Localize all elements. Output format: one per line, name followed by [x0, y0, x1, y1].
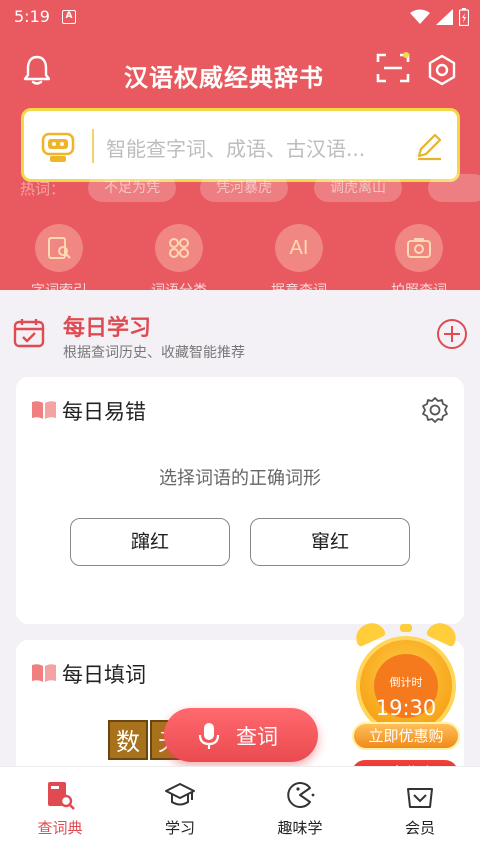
countdown-label: 倒计时	[389, 676, 423, 689]
daily-mistake-card: 每日易错 选择词语的正确词形 蹿红 窜红	[16, 377, 464, 624]
hot-word-chip[interactable]: 凭河暴虎	[200, 174, 288, 202]
answer-option-button[interactable]: 窜红	[250, 518, 410, 566]
scan-icon[interactable]	[376, 52, 410, 84]
bottom-tab-bar: 查词典 学习 趣味学 会员	[0, 766, 480, 853]
handwriting-pen-icon[interactable]	[414, 131, 444, 161]
feature-label: 字词索引	[14, 280, 104, 290]
fill-tile[interactable]: 数	[108, 720, 148, 760]
alarm-clock-icon: 倒计时 19:30	[356, 636, 456, 736]
card-title: 每日填词	[62, 663, 146, 687]
tab-label: 学习	[164, 819, 195, 837]
signal-icon	[436, 9, 453, 25]
feature-label: 词语分类	[134, 280, 224, 290]
tab-label: 趣味学	[277, 819, 323, 837]
hot-words-row: 热词： 不足为凭 凭河暴虎 调虎离山	[0, 174, 480, 204]
tab-dictionary[interactable]: 查词典	[0, 767, 120, 853]
battery-icon	[459, 8, 469, 26]
tab-label: 查词典	[37, 819, 83, 837]
category-icon	[169, 238, 189, 258]
tab-fun-learning[interactable]: 趣味学	[240, 767, 360, 853]
voice-search-label: 查词	[236, 725, 278, 749]
status-bar: 5:19 A	[0, 0, 480, 34]
vip-icon	[407, 788, 433, 808]
feature-label: 拍照查词	[374, 280, 464, 290]
ai-icon: AI	[289, 236, 309, 259]
search-input[interactable]: 智能查字词、成语、古汉语...	[106, 133, 365, 162]
word-index-icon	[48, 237, 71, 259]
tab-label: 会员	[404, 819, 435, 837]
wifi-icon	[410, 9, 430, 24]
camera-icon	[407, 238, 431, 258]
notification-icon: A	[62, 10, 76, 24]
buy-now-button[interactable]: 立即优惠购	[352, 722, 460, 750]
answer-option-button[interactable]: 蹿红	[70, 518, 230, 566]
countdown-time: 19:30	[375, 696, 437, 720]
add-plus-icon[interactable]	[436, 318, 468, 350]
search-bar[interactable]: 智能查字词、成语、古汉语...	[21, 108, 460, 182]
card-title: 每日易错	[62, 400, 146, 424]
hot-word-chip[interactable]	[428, 174, 480, 202]
graduation-cap-icon	[165, 783, 195, 806]
status-time: 5:19	[14, 7, 50, 26]
feature-meaning-search[interactable]: AI 据意查词	[254, 224, 344, 290]
daily-learning-title: 每日学习	[63, 316, 152, 341]
feature-photo-search[interactable]: 拍照查词	[374, 224, 464, 290]
daily-learning-header: 每日学习 根据查词历史、收藏智能推荐	[0, 290, 480, 376]
feature-word-index[interactable]: 字词索引	[14, 224, 104, 290]
header: 汉语权威经典辞书 智能查字词、成语、古汉语... 热词： 不足为凭 凭河暴虎 调…	[0, 34, 480, 290]
robot-icon	[41, 132, 75, 162]
clock-face: 倒计时 19:30	[374, 654, 438, 720]
tab-study[interactable]: 学习	[120, 767, 240, 853]
gear-icon[interactable]	[421, 396, 449, 424]
tab-vip[interactable]: 会员	[360, 767, 480, 853]
book-icon	[32, 664, 56, 682]
book-icon	[32, 401, 56, 419]
bell-icon[interactable]	[22, 54, 52, 86]
microphone-icon	[198, 723, 220, 749]
voice-search-button[interactable]: 查词	[164, 708, 318, 762]
alarm-clock-top	[400, 624, 412, 632]
daily-learning-subtitle: 根据查词历史、收藏智能推荐	[63, 345, 245, 361]
feature-label: 据意查词	[254, 280, 344, 290]
app-title: 汉语权威经典辞书	[124, 63, 324, 92]
settings-icon[interactable]	[426, 54, 458, 86]
pacman-icon	[287, 782, 315, 808]
feature-category[interactable]: 词语分类	[134, 224, 224, 290]
question-prompt: 选择词语的正确词形	[159, 468, 321, 489]
calendar-icon	[13, 319, 45, 348]
hot-words-label: 热词：	[20, 180, 66, 198]
hot-word-chip[interactable]: 调虎离山	[314, 174, 402, 202]
search-divider	[92, 129, 94, 163]
hot-word-chip[interactable]: 不足为凭	[88, 174, 176, 202]
dictionary-icon	[48, 782, 75, 810]
promo-widget[interactable]: 倒计时 19:30 立即优惠购 更多优惠	[332, 618, 472, 790]
